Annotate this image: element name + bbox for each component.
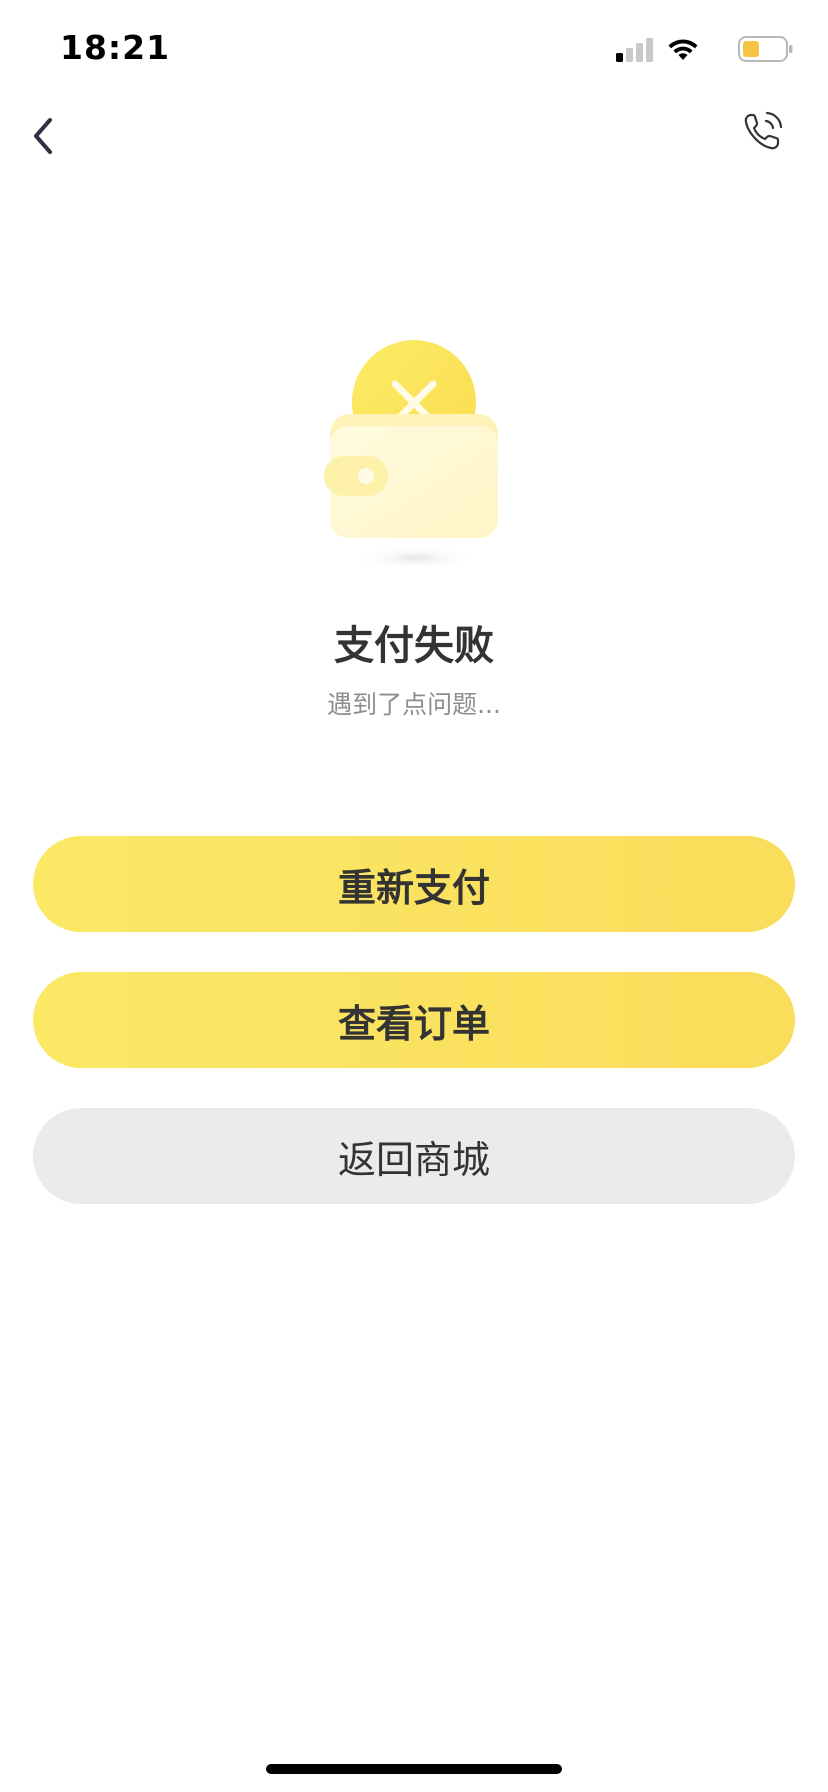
back-button[interactable] bbox=[22, 112, 66, 160]
chevron-left-icon bbox=[34, 118, 52, 154]
back-to-mall-button[interactable]: 返回商城 bbox=[33, 1108, 795, 1204]
wifi-icon bbox=[668, 39, 698, 60]
payment-failed-title: 支付失败 bbox=[334, 623, 494, 669]
status-icons bbox=[594, 34, 794, 64]
payment-failed-subtitle: 遇到了点问题... bbox=[327, 690, 501, 719]
status-time: 18:21 bbox=[60, 28, 171, 67]
payment-failed-wallet-illustration bbox=[324, 340, 498, 570]
cellular-signal-icon bbox=[616, 38, 653, 62]
payment-failed-screen: 18:21 支付失败 遇到了点问题... 重新支付 查看订单 返回商城 bbox=[0, 0, 828, 1792]
customer-service-phone-button[interactable] bbox=[740, 108, 786, 154]
phone-icon bbox=[744, 111, 783, 150]
status-bar: 18:21 bbox=[0, 0, 828, 100]
battery-icon bbox=[738, 36, 793, 62]
retry-payment-button[interactable]: 重新支付 bbox=[33, 836, 795, 932]
view-order-button[interactable]: 查看订单 bbox=[33, 972, 795, 1068]
home-indicator[interactable] bbox=[266, 1764, 562, 1774]
